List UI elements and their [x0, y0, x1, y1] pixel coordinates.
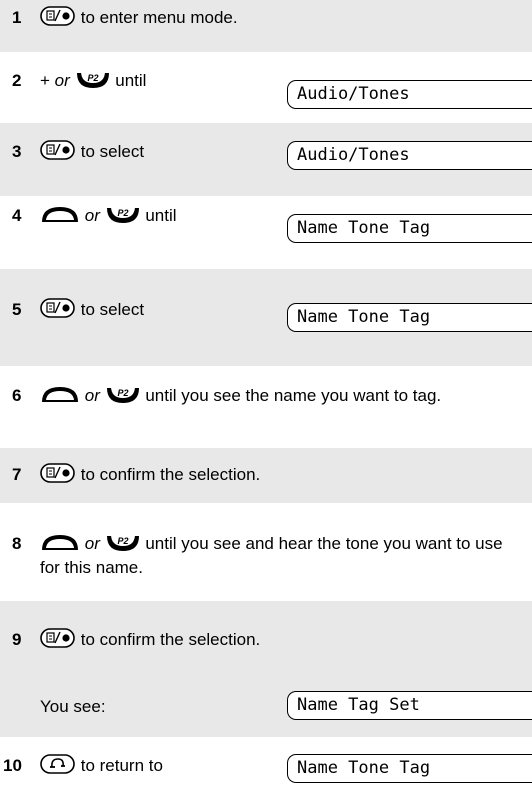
step-instruction: to enter menu mode.	[80, 8, 238, 27]
step-number: 10	[3, 756, 22, 775]
step-instruction: to select	[80, 142, 145, 161]
menu-key-icon	[40, 6, 75, 26]
step-text: + or until	[40, 69, 146, 93]
step-6: 6 or until you see the name you want to …	[0, 366, 532, 448]
menu-key-icon	[40, 140, 75, 160]
step-number: 6	[12, 386, 22, 405]
you-see-label: You see:	[40, 697, 106, 716]
step-1: 1 to enter menu mode.	[0, 0, 532, 52]
display-screen: Name Tone Tag	[287, 214, 532, 243]
display-screen: Name Tone Tag	[287, 303, 532, 332]
p2-down-key-icon	[106, 534, 139, 551]
step-7: 7 to confirm the selection.	[0, 448, 532, 503]
step-text: to confirm the selection.	[40, 628, 260, 652]
step-number: 8	[12, 534, 22, 553]
step-instruction: to confirm the selection.	[80, 465, 261, 484]
or-label: or	[84, 534, 100, 553]
step-9: 9 to confirm the selection. You see: Nam…	[0, 601, 532, 737]
step-instruction: to confirm the selection.	[80, 630, 261, 649]
step-number: 1	[12, 8, 22, 27]
step-instruction: to select	[80, 300, 145, 319]
or-label: or	[54, 71, 70, 90]
step-number: 9	[12, 630, 22, 649]
step-number: 2	[12, 71, 22, 90]
step-2: 2 + or until Audio/Tones	[0, 52, 532, 123]
or-label: or	[84, 206, 100, 225]
step-text: or until you see and hear the tone you w…	[40, 532, 520, 580]
step-text: to confirm the selection.	[40, 463, 260, 487]
p2-down-key-icon	[76, 71, 109, 88]
step-number: 4	[12, 206, 22, 225]
step-3: 3 to select Audio/Tones	[0, 123, 532, 196]
up-arc-key-icon	[42, 535, 78, 550]
step-instruction: to return to	[80, 756, 163, 775]
step-text: or until you see the name you want to ta…	[40, 384, 520, 408]
step-4: 4 or until Name Tone Tag	[0, 196, 532, 269]
step-10: 10 to return to Name Tone Tag	[0, 737, 532, 795]
menu-key-icon	[40, 628, 75, 648]
menu-key-icon	[40, 298, 75, 318]
up-arc-key-icon	[42, 207, 78, 222]
step-text: to enter menu mode.	[40, 6, 238, 30]
end-key-icon	[40, 754, 75, 774]
display-screen: Name Tag Set	[287, 691, 532, 720]
up-arc-key-icon	[42, 387, 78, 402]
display-screen: Name Tone Tag	[287, 754, 532, 783]
menu-key-icon	[40, 463, 75, 483]
step-text: or until	[40, 204, 177, 228]
step-text: to return to	[40, 754, 163, 778]
step-number: 5	[12, 300, 22, 319]
step-number: 7	[12, 465, 22, 484]
p2-down-key-icon	[106, 206, 139, 223]
step-instruction: until	[115, 71, 147, 90]
p2-down-key-icon	[106, 386, 139, 403]
step-number: 3	[12, 142, 22, 161]
step-text: to select	[40, 298, 144, 322]
step-text: to select	[40, 140, 144, 164]
step-5: 5 to select Name Tone Tag	[0, 269, 532, 366]
or-label: or	[84, 386, 100, 405]
display-screen: Audio/Tones	[287, 80, 532, 109]
step-instruction: until	[145, 206, 177, 225]
step-instruction: until you see the name you want to tag.	[145, 386, 442, 405]
plus-key-label: +	[40, 71, 50, 90]
step-8: 8 or until you see and hear the tone you…	[0, 503, 532, 601]
display-screen: Audio/Tones	[287, 141, 532, 170]
